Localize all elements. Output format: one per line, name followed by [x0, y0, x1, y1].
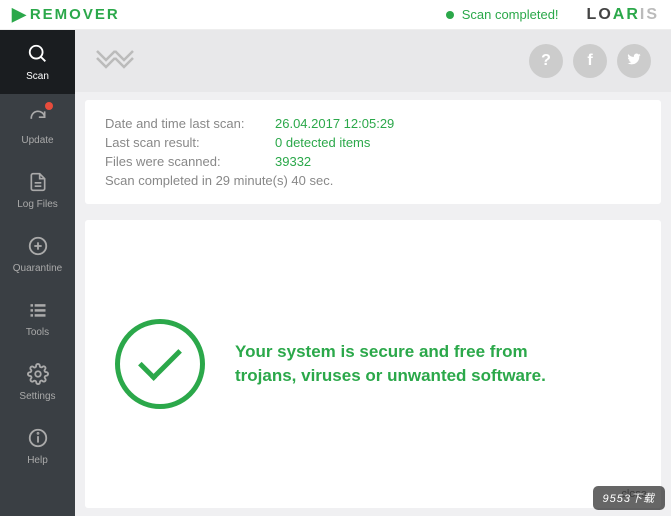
sidebar-item-label: Scan [26, 71, 49, 82]
sidebar-item-label: Quarantine [13, 263, 62, 274]
status-dot-icon [446, 11, 454, 19]
watermark: 9553下载 [593, 486, 665, 510]
files-value: 39332 [275, 154, 311, 169]
checkmark-circle-icon [115, 319, 205, 409]
search-icon [26, 42, 50, 66]
plus-circle-icon [26, 234, 50, 258]
facebook-icon: f [587, 52, 592, 70]
files-label: Files were scanned: [105, 154, 275, 169]
logo-icon: ▶ [12, 4, 26, 25]
chevron-down-icon[interactable] [95, 47, 135, 76]
brand-logo: LOARIS [587, 6, 659, 24]
logo-text: REMOVER [30, 6, 120, 23]
sidebar-item-label: Log Files [17, 199, 58, 210]
sidebar: Scan Update Log Files Quarantine [0, 30, 75, 516]
info-icon [26, 426, 50, 450]
sidebar-item-quarantine[interactable]: Quarantine [0, 222, 75, 286]
sidebar-item-help[interactable]: Help [0, 414, 75, 478]
datetime-value: 26.04.2017 12:05:29 [275, 116, 394, 131]
gear-icon [26, 362, 50, 386]
file-icon [26, 170, 50, 194]
sidebar-item-scan[interactable]: Scan [0, 30, 75, 94]
list-icon [26, 298, 50, 322]
logo: ▶ REMOVER [12, 4, 120, 25]
sidebar-item-label: Help [27, 455, 48, 466]
sidebar-item-update[interactable]: Update [0, 94, 75, 158]
sidebar-item-settings[interactable]: Settings [0, 350, 75, 414]
sidebar-item-tools[interactable]: Tools [0, 286, 75, 350]
content-area: ? f Date and time last scan: 26.0 [75, 30, 671, 516]
question-icon: ? [541, 52, 551, 70]
help-button[interactable]: ? [529, 44, 563, 78]
update-badge-icon [45, 102, 53, 110]
scan-info-panel: Date and time last scan: 26.04.2017 12:0… [85, 100, 661, 204]
sidebar-item-logfiles[interactable]: Log Files [0, 158, 75, 222]
secure-message: Your system is secure and free from troj… [235, 340, 585, 388]
result-label: Last scan result: [105, 135, 275, 150]
twitter-button[interactable] [617, 44, 651, 78]
duration-text: Scan completed in 29 minute(s) 40 sec. [105, 173, 641, 188]
refresh-icon [26, 106, 50, 130]
sidebar-item-label: Tools [26, 327, 49, 338]
topbar: ? f [75, 30, 671, 92]
datetime-label: Date and time last scan: [105, 116, 275, 131]
sidebar-item-label: Settings [19, 391, 55, 402]
sidebar-item-label: Update [21, 135, 53, 146]
facebook-button[interactable]: f [573, 44, 607, 78]
twitter-icon [626, 51, 642, 72]
result-panel: Your system is secure and free from troj… [85, 220, 661, 508]
header: ▶ REMOVER Scan completed! LOARIS [0, 0, 671, 30]
result-value: 0 detected items [275, 135, 370, 150]
status-text: Scan completed! [462, 7, 559, 22]
